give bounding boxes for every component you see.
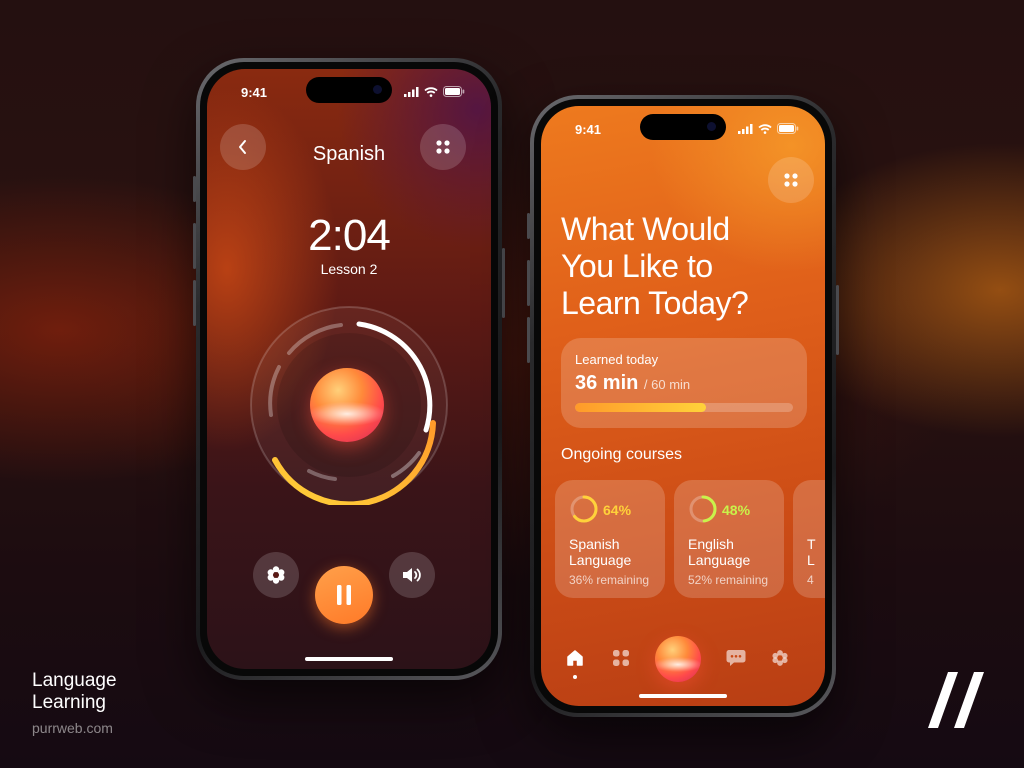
status-bar: 9:41 xyxy=(541,120,825,140)
learned-progress-fill xyxy=(575,403,706,412)
course-remaining: 36% remaining xyxy=(569,573,650,587)
status-bar: 9:41 xyxy=(207,83,491,103)
tab-home[interactable] xyxy=(563,646,587,670)
menu-button[interactable] xyxy=(768,157,814,203)
headline-line: What Would xyxy=(561,211,730,247)
brand-block: Language Learning purrweb.com xyxy=(32,670,117,739)
mute-switch xyxy=(527,213,530,239)
lesson-timer: 2:04 xyxy=(308,211,391,260)
course-progress-ring xyxy=(689,495,717,523)
settings-icon xyxy=(267,566,285,584)
headline-line: You Like to xyxy=(561,248,713,284)
course-remaining: 52% remaining xyxy=(688,573,769,587)
volume-down-button xyxy=(193,280,196,326)
tab-settings[interactable] xyxy=(768,646,792,670)
course-name-line: T xyxy=(807,536,816,552)
power-button xyxy=(836,285,839,355)
lesson-label: Lesson 2 xyxy=(320,261,378,277)
chat-icon xyxy=(726,650,746,666)
status-icons xyxy=(404,86,465,97)
volume-up-button xyxy=(527,260,530,306)
course-name-line: L xyxy=(807,552,815,568)
home-screen: 9:41 What Would You Like to Learn Today?… xyxy=(541,106,825,706)
learned-goal: / 60 min xyxy=(643,377,691,392)
pause-button[interactable] xyxy=(315,566,373,624)
active-tab-dot xyxy=(573,675,577,679)
power-button xyxy=(502,248,505,318)
learned-today-value: 36 min / 60 min xyxy=(575,372,690,395)
volume-button[interactable] xyxy=(389,552,435,598)
course-name: Spanish Language xyxy=(569,536,632,568)
settings-icon xyxy=(772,650,788,666)
tab-bar xyxy=(541,634,825,684)
course-card-spanish[interactable]: 64% Spanish Language 36% remaining xyxy=(555,480,665,598)
menu-button[interactable] xyxy=(420,124,466,170)
signal-icon xyxy=(404,86,419,97)
course-card-english[interactable]: 48% English Language 52% remaining xyxy=(674,480,784,598)
phone-player: 9:41 Spanish 2:04 Lesson 2 xyxy=(193,58,505,680)
course-name: TL xyxy=(807,536,825,568)
course-name: English Language xyxy=(688,536,751,568)
grid-icon xyxy=(436,140,450,154)
status-time: 9:41 xyxy=(241,85,268,100)
course-remaining: 4 xyxy=(807,573,814,587)
brand-line: Learning xyxy=(32,692,106,713)
battery-icon xyxy=(777,123,799,134)
headline: What Would You Like to Learn Today? xyxy=(561,211,801,322)
phone-bezel: 9:41 What Would You Like to Learn Today?… xyxy=(534,99,832,713)
battery-icon xyxy=(443,86,465,97)
volume-up-button xyxy=(193,223,196,269)
voice-orb-tab[interactable] xyxy=(655,636,701,682)
home-indicator[interactable] xyxy=(639,694,727,698)
signal-icon xyxy=(738,123,753,134)
learned-today-card[interactable]: Learned today 36 min / 60 min xyxy=(561,338,807,428)
course-percent: 64% xyxy=(603,502,632,518)
section-title: Ongoing courses xyxy=(561,446,682,463)
volume-down-button xyxy=(527,317,530,363)
volume-icon xyxy=(403,568,421,582)
purrweb-logo-icon xyxy=(928,672,984,728)
tab-chat[interactable] xyxy=(724,646,748,670)
pause-icon xyxy=(337,585,351,605)
learned-minutes: 36 min xyxy=(575,372,639,394)
voice-orb[interactable] xyxy=(310,368,384,442)
phone-bezel: 9:41 Spanish 2:04 Lesson 2 xyxy=(200,62,498,676)
wifi-icon xyxy=(758,123,772,134)
course-progress-ring xyxy=(570,495,598,523)
phone-home: 9:41 What Would You Like to Learn Today?… xyxy=(527,95,839,717)
settings-button[interactable] xyxy=(253,552,299,598)
brand-site: purrweb.com xyxy=(32,720,113,736)
tab-courses[interactable] xyxy=(609,646,633,670)
wifi-icon xyxy=(424,86,438,97)
grid-icon xyxy=(784,173,798,187)
player-screen: 9:41 Spanish 2:04 Lesson 2 xyxy=(207,69,491,669)
status-icons xyxy=(738,123,799,134)
course-percent: 48% xyxy=(722,502,751,518)
headline-line: Learn Today? xyxy=(561,285,749,321)
brand-line: Language xyxy=(32,670,117,691)
learned-progress-bar xyxy=(575,403,793,412)
course-card-partial[interactable]: TL 4 xyxy=(793,480,825,598)
home-indicator[interactable] xyxy=(305,657,393,661)
grid-icon xyxy=(613,650,629,666)
learned-today-label: Learned today xyxy=(575,352,659,367)
status-time: 9:41 xyxy=(575,122,602,137)
mute-switch xyxy=(193,176,196,202)
home-icon xyxy=(567,650,583,666)
